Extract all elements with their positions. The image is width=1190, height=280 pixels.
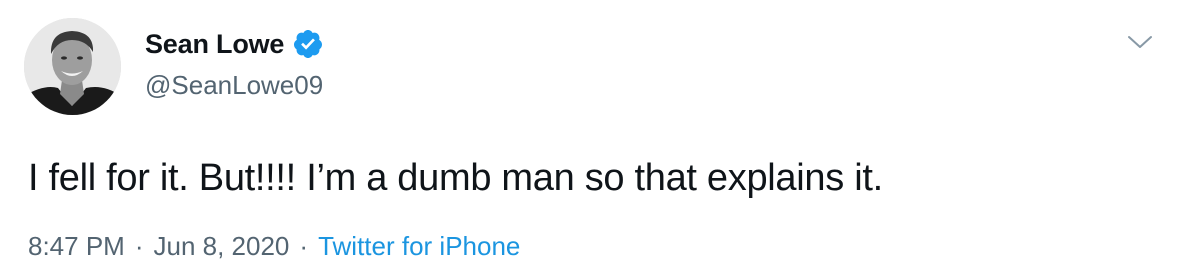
author-info: Sean Lowe @SeanLowe09 xyxy=(145,24,324,101)
chevron-down-icon xyxy=(1128,36,1152,48)
tweet-source-link[interactable]: Twitter for iPhone xyxy=(318,231,520,262)
name-row: Sean Lowe xyxy=(145,24,324,64)
tweet-text: I fell for it. But!!!! I’m a dumb man so… xyxy=(28,157,883,199)
author-handle[interactable]: @SeanLowe09 xyxy=(145,70,324,101)
tweet-card: Sean Lowe @SeanLowe09 I fell for it. But… xyxy=(0,0,1190,280)
meta-separator: · xyxy=(134,231,144,261)
tweet-meta: 8:47 PM · Jun 8, 2020 · Twitter for iPho… xyxy=(28,231,520,262)
tweet-date[interactable]: Jun 8, 2020 xyxy=(154,231,290,262)
avatar[interactable] xyxy=(24,18,121,115)
verified-badge-icon xyxy=(292,28,324,60)
tweet-menu-button[interactable] xyxy=(1120,22,1160,62)
profile-avatar-image xyxy=(24,18,121,115)
tweet-time[interactable]: 8:47 PM xyxy=(28,231,125,262)
author-display-name[interactable]: Sean Lowe xyxy=(145,29,284,60)
meta-separator: · xyxy=(299,231,309,261)
